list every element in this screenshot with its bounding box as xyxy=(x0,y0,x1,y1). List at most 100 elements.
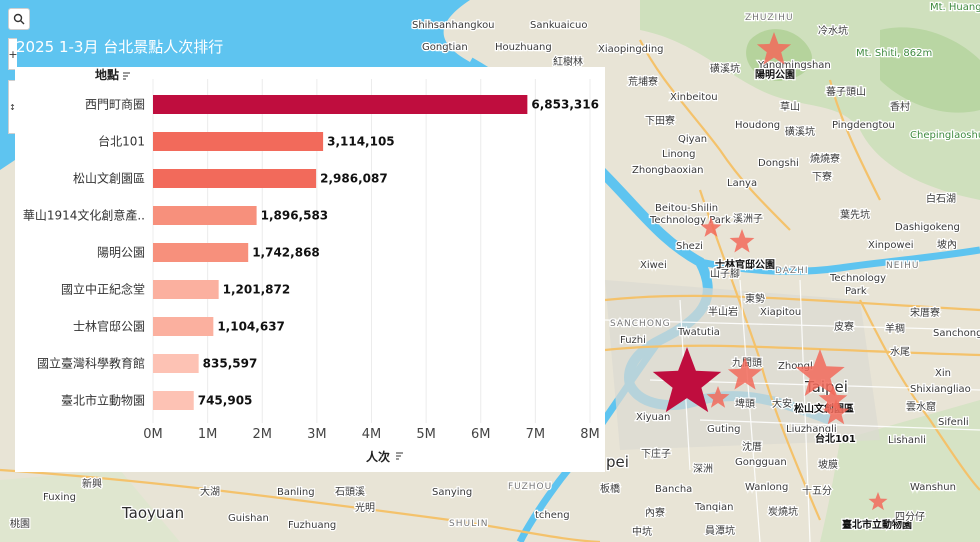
svg-text:Sankuaicuo: Sankuaicuo xyxy=(530,20,588,31)
chart-panel: 地點 西門町商圈 6,853,316 台北101 3,114,105 松山文創園區 2,98… xyxy=(15,67,605,472)
svg-text:Mt. Shiti, 862m: Mt. Shiti, 862m xyxy=(856,48,932,59)
svg-text:石頭溪: 石頭溪 xyxy=(335,486,365,498)
svg-text:DAZHI: DAZHI xyxy=(775,266,809,276)
svg-text:雲水窟: 雲水窟 xyxy=(906,400,936,413)
svg-text:Gongguan: Gongguan xyxy=(735,457,787,468)
bar[interactable] xyxy=(153,169,317,188)
svg-text:Mt. Huangzui: Mt. Huangzui xyxy=(930,2,980,13)
bar[interactable] xyxy=(153,317,214,336)
svg-text:Xiapitou: Xiapitou xyxy=(760,307,801,318)
svg-text:沈厝: 沈厝 xyxy=(742,440,762,453)
svg-text:Sanchong: Sanchong xyxy=(933,328,980,339)
x-tick-label: 6M xyxy=(471,427,491,442)
bar[interactable] xyxy=(153,132,324,151)
svg-text:羊稠: 羊稠 xyxy=(885,322,905,335)
bar-value-label: 1,104,637 xyxy=(217,320,285,334)
svg-text:Fuzhuang: Fuzhuang xyxy=(288,520,336,531)
svg-text:tcheng: tcheng xyxy=(535,510,570,521)
svg-text:皮寮: 皮寮 xyxy=(834,320,854,333)
svg-text:大湖: 大湖 xyxy=(200,485,220,498)
category-label: 西門町商圈 xyxy=(85,97,145,112)
x-tick-label: 7M xyxy=(526,427,546,442)
svg-text:蕃子頭山: 蕃子頭山 xyxy=(826,86,866,98)
svg-text:Wanshun: Wanshun xyxy=(910,482,956,493)
bar-value-label: 1,742,868 xyxy=(252,246,320,260)
bar-value-label: 3,114,105 xyxy=(327,135,395,149)
svg-text:Zhongbaoxian: Zhongbaoxian xyxy=(632,165,703,176)
svg-text:Guting: Guting xyxy=(707,424,740,435)
svg-text:Sifenli: Sifenli xyxy=(938,417,969,428)
bar[interactable] xyxy=(153,206,257,225)
svg-text:Xin: Xin xyxy=(935,368,951,379)
svg-text:台北101: 台北101 xyxy=(815,432,856,445)
svg-text:Xiaopingding: Xiaopingding xyxy=(598,44,664,55)
x-tick-label: 5M xyxy=(416,427,436,442)
sort-descending-icon[interactable] xyxy=(123,72,130,80)
svg-text:下田寮: 下田寮 xyxy=(645,114,675,127)
svg-text:Fuxing: Fuxing xyxy=(43,492,76,503)
sort-descending-icon[interactable] xyxy=(396,452,403,460)
svg-text:冷水坑: 冷水坑 xyxy=(818,24,848,37)
svg-text:Xiyuan: Xiyuan xyxy=(636,412,670,423)
svg-text:下寮: 下寮 xyxy=(812,170,832,183)
svg-text:Dashigokeng: Dashigokeng xyxy=(895,222,960,233)
svg-text:Xinpowei: Xinpowei xyxy=(868,240,914,251)
svg-text:荒埔寮: 荒埔寮 xyxy=(628,75,658,88)
svg-text:Banling: Banling xyxy=(277,487,315,498)
bar-chart: 地點西門町商圈 6,853,316 台北101 3,114,105 松山文創園區 2,98… xyxy=(23,67,600,464)
svg-text:NEIHU: NEIHU xyxy=(886,261,919,271)
svg-text:Beitou-Shilin: Beitou-Shilin xyxy=(655,203,718,214)
svg-text:溪洲子: 溪洲子 xyxy=(733,213,763,225)
svg-text:磺溪坑: 磺溪坑 xyxy=(785,125,815,138)
svg-text:Shixiangliao: Shixiangliao xyxy=(910,384,971,395)
svg-text:內寮: 內寮 xyxy=(645,506,665,519)
bar[interactable] xyxy=(153,354,199,373)
svg-text:白石湖: 白石湖 xyxy=(926,192,956,205)
svg-text:Xinbeitou: Xinbeitou xyxy=(670,92,718,103)
svg-text:Twatutia: Twatutia xyxy=(677,327,720,338)
svg-text:Guishan: Guishan xyxy=(228,513,269,524)
svg-text:Pingdengtou: Pingdengtou xyxy=(832,120,895,131)
svg-text:Qiyan: Qiyan xyxy=(678,134,707,145)
bar-value-label: 2,986,087 xyxy=(320,172,388,186)
bar[interactable] xyxy=(153,280,219,299)
svg-text:SANCHONG: SANCHONG xyxy=(610,319,671,329)
svg-text:中坑: 中坑 xyxy=(632,525,652,538)
svg-text:深洲: 深洲 xyxy=(693,463,713,475)
svg-text:香村: 香村 xyxy=(890,100,910,113)
x-tick-label: 2M xyxy=(253,427,273,442)
x-tick-label: 4M xyxy=(362,427,382,442)
svg-text:員潭坑: 員潭坑 xyxy=(705,524,735,537)
svg-text:Sanying: Sanying xyxy=(432,487,472,498)
svg-text:ZHUZIHU: ZHUZIHU xyxy=(745,13,794,23)
x-tick-label: 0M xyxy=(143,427,163,442)
sea xyxy=(0,0,470,70)
svg-text:Tanqian: Tanqian xyxy=(694,502,734,513)
svg-text:坡膜: 坡膜 xyxy=(818,458,838,471)
bar[interactable] xyxy=(153,391,194,410)
category-label: 陽明公園 xyxy=(97,246,145,260)
category-label: 華山1914文化創意產.. xyxy=(23,208,145,223)
bar[interactable] xyxy=(153,95,528,114)
map-search-button[interactable] xyxy=(8,8,30,30)
svg-text:Fuzhi: Fuzhi xyxy=(620,335,646,346)
bar[interactable] xyxy=(153,243,249,262)
category-label: 國立臺灣科學教育館 xyxy=(37,356,145,371)
svg-text:東勢: 東勢 xyxy=(745,292,765,305)
svg-text:Wanlong: Wanlong xyxy=(745,482,788,493)
svg-text:新興: 新興 xyxy=(82,477,102,490)
svg-text:炭燒坑: 炭燒坑 xyxy=(768,505,798,518)
svg-text:葉先坑: 葉先坑 xyxy=(840,208,870,221)
svg-text:Chepinglaoshu: Chepinglaoshu xyxy=(910,130,980,141)
svg-text:大安: 大安 xyxy=(772,397,792,410)
svg-text:草山: 草山 xyxy=(780,101,800,113)
chart-title: 2025 1-3月 台北景點人次排行 xyxy=(16,38,224,56)
bar-value-label: 6,853,316 xyxy=(531,98,599,112)
bar-value-label: 1,201,872 xyxy=(223,283,291,297)
svg-text:埤頭: 埤頭 xyxy=(735,397,755,410)
svg-text:板橋: 板橋 xyxy=(600,482,620,495)
svg-text:pei: pei xyxy=(606,453,629,471)
svg-text:磺溪坑: 磺溪坑 xyxy=(710,62,740,75)
category-label: 台北101 xyxy=(98,134,145,149)
svg-text:十五分: 十五分 xyxy=(802,484,832,497)
